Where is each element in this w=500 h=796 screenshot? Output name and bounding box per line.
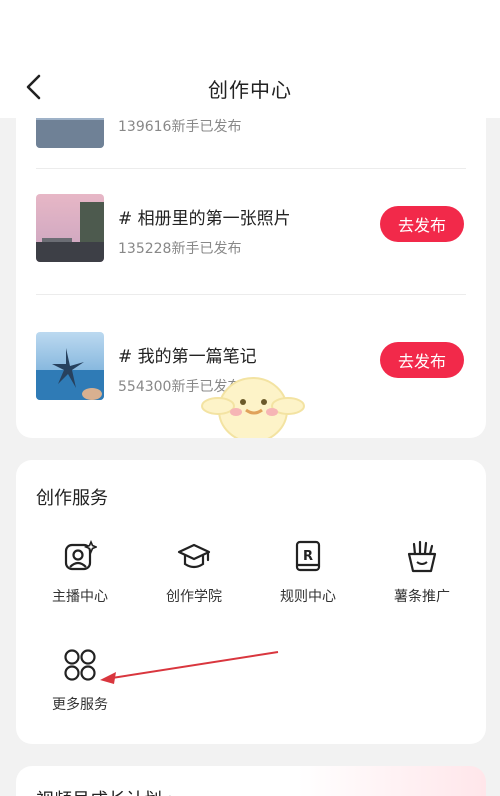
service-label: 主播中心 (52, 589, 108, 605)
fries-icon (405, 540, 439, 574)
task-row[interactable]: # 相册里的第一张照片 135228新手已发布 去发布 (16, 194, 486, 284)
growth-plan-title: 视频号成长计划 > (36, 786, 183, 796)
service-label: 规则中心 (280, 589, 336, 605)
task-thumbnail (36, 332, 104, 400)
services-title: 创作服务 (36, 488, 108, 509)
task-thumbnail (36, 194, 104, 262)
growth-plan-card[interactable]: 视频号成长计划 > (16, 766, 486, 796)
service-label: 更多服务 (52, 697, 108, 713)
service-label: 创作学院 (166, 589, 222, 605)
task-count: 135228新手已发布 (118, 241, 242, 257)
services-card: 创作服务 主播中心 创作学院 R 规则中心 薯条推广 更多服务 (16, 460, 486, 744)
service-creator-academy[interactable]: 创作学院 (144, 540, 244, 616)
page-title: 创作中心 (208, 78, 292, 102)
service-label: 薯条推广 (394, 589, 450, 605)
divider (36, 168, 466, 169)
rule-book-icon: R (291, 540, 325, 574)
publish-button[interactable]: 去发布 (380, 206, 464, 242)
publish-button[interactable]: 去发布 (380, 342, 464, 378)
graduation-cap-icon (177, 540, 211, 574)
service-more[interactable]: 更多服务 (30, 648, 130, 724)
service-fries-promotion[interactable]: 薯条推广 (372, 540, 472, 616)
task-title: # 相册里的第一张照片 (118, 209, 291, 229)
service-rules-center[interactable]: R 规则中心 (258, 540, 358, 616)
task-count: 139616新手已发布 (118, 119, 242, 135)
grid-circles-icon (63, 648, 97, 682)
divider (36, 294, 466, 295)
service-anchor-center[interactable]: 主播中心 (30, 539, 130, 616)
header: 创作中心 (0, 0, 500, 118)
user-sparkle-icon (63, 539, 99, 574)
page: 139616新手已发布 # 相册里的第一张照片 135228新手已发布 去发布 … (0, 0, 500, 796)
mascot-watermark-icon (201, 377, 305, 438)
svg-text:R: R (303, 549, 313, 564)
